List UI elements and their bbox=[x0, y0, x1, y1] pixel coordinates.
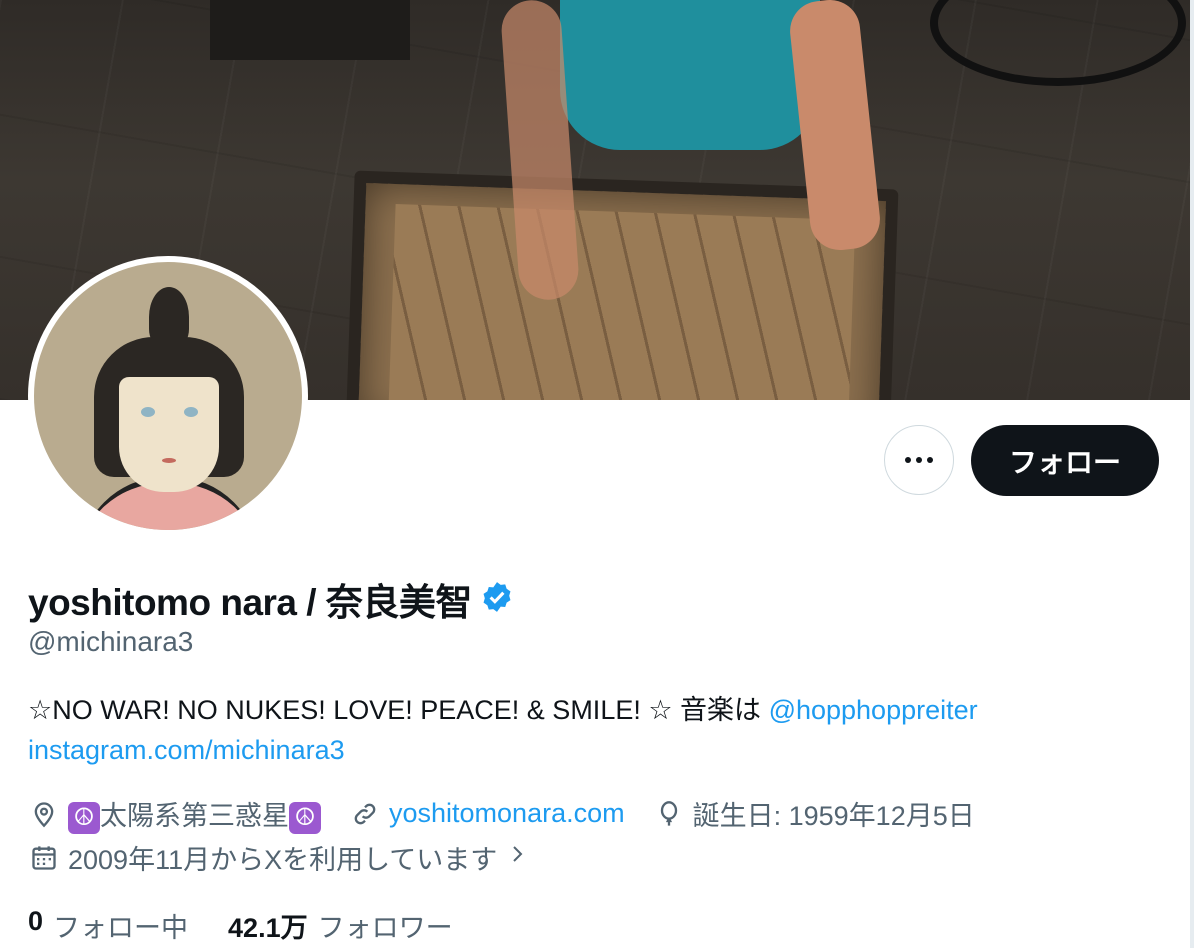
link-icon bbox=[349, 798, 381, 830]
peace-emoji-icon: ☮ bbox=[289, 801, 321, 834]
more-options-button[interactable] bbox=[884, 425, 954, 495]
bio-text: ☆NO WAR! NO NUKES! LOVE! PEACE! & SMILE!… bbox=[28, 695, 769, 725]
website-link[interactable]: yoshitomonara.com bbox=[389, 798, 625, 829]
location-text: 太陽系第三惑星 bbox=[100, 801, 289, 831]
chevron-right-icon bbox=[505, 840, 529, 875]
joined[interactable]: 2009年11月からXを利用しています bbox=[28, 838, 529, 877]
profile-name-row: yoshitomo nara / 奈良美智 bbox=[28, 572, 514, 626]
joined-row: 2009年11月からXを利用しています bbox=[28, 838, 557, 877]
following-label: フォロー中 bbox=[53, 913, 189, 943]
peace-emoji-icon: ☮ bbox=[68, 801, 100, 834]
location: ☮ 太陽系第三惑星 ☮ bbox=[28, 794, 321, 834]
joined-text: 2009年11月からXを利用しています bbox=[68, 845, 498, 875]
profile-meta: ☮ 太陽系第三惑星 ☮ yoshitomonara.com 誕生日: 1959年12… bbox=[28, 794, 1003, 834]
followers-stat[interactable]: 42.1万 フォロワー bbox=[228, 906, 453, 945]
followers-label: フォロワー bbox=[317, 913, 453, 943]
bio-mention-link[interactable]: @hopphoppreiter bbox=[769, 695, 978, 725]
website: yoshitomonara.com bbox=[349, 798, 625, 830]
verified-badge-icon[interactable] bbox=[480, 580, 514, 619]
calendar-icon bbox=[28, 842, 60, 874]
avatar[interactable] bbox=[28, 256, 308, 536]
followers-count: 42.1万 bbox=[228, 913, 308, 943]
following-stat[interactable]: 0 フォロー中 bbox=[28, 906, 188, 945]
more-icon bbox=[905, 457, 933, 463]
bio-instagram-link[interactable]: instagram.com/michinara3 bbox=[28, 735, 345, 765]
balloon-icon bbox=[653, 798, 685, 830]
follow-button[interactable]: フォロー bbox=[971, 425, 1159, 496]
birthday-text: 誕生日: 1959年12月5日 bbox=[692, 801, 975, 832]
location-pin-icon bbox=[28, 798, 60, 830]
birthday: 誕生日: 1959年12月5日 bbox=[653, 794, 975, 833]
scrollbar[interactable] bbox=[1190, 0, 1194, 948]
handle: @michinara3 bbox=[28, 626, 194, 657]
follow-stats: 0 フォロー中 42.1万 フォロワー bbox=[28, 906, 493, 945]
following-count: 0 bbox=[28, 906, 44, 936]
display-name: yoshitomo nara / 奈良美智 bbox=[28, 582, 472, 623]
bio: ☆NO WAR! NO NUKES! LOVE! PEACE! & SMILE!… bbox=[28, 690, 1158, 770]
